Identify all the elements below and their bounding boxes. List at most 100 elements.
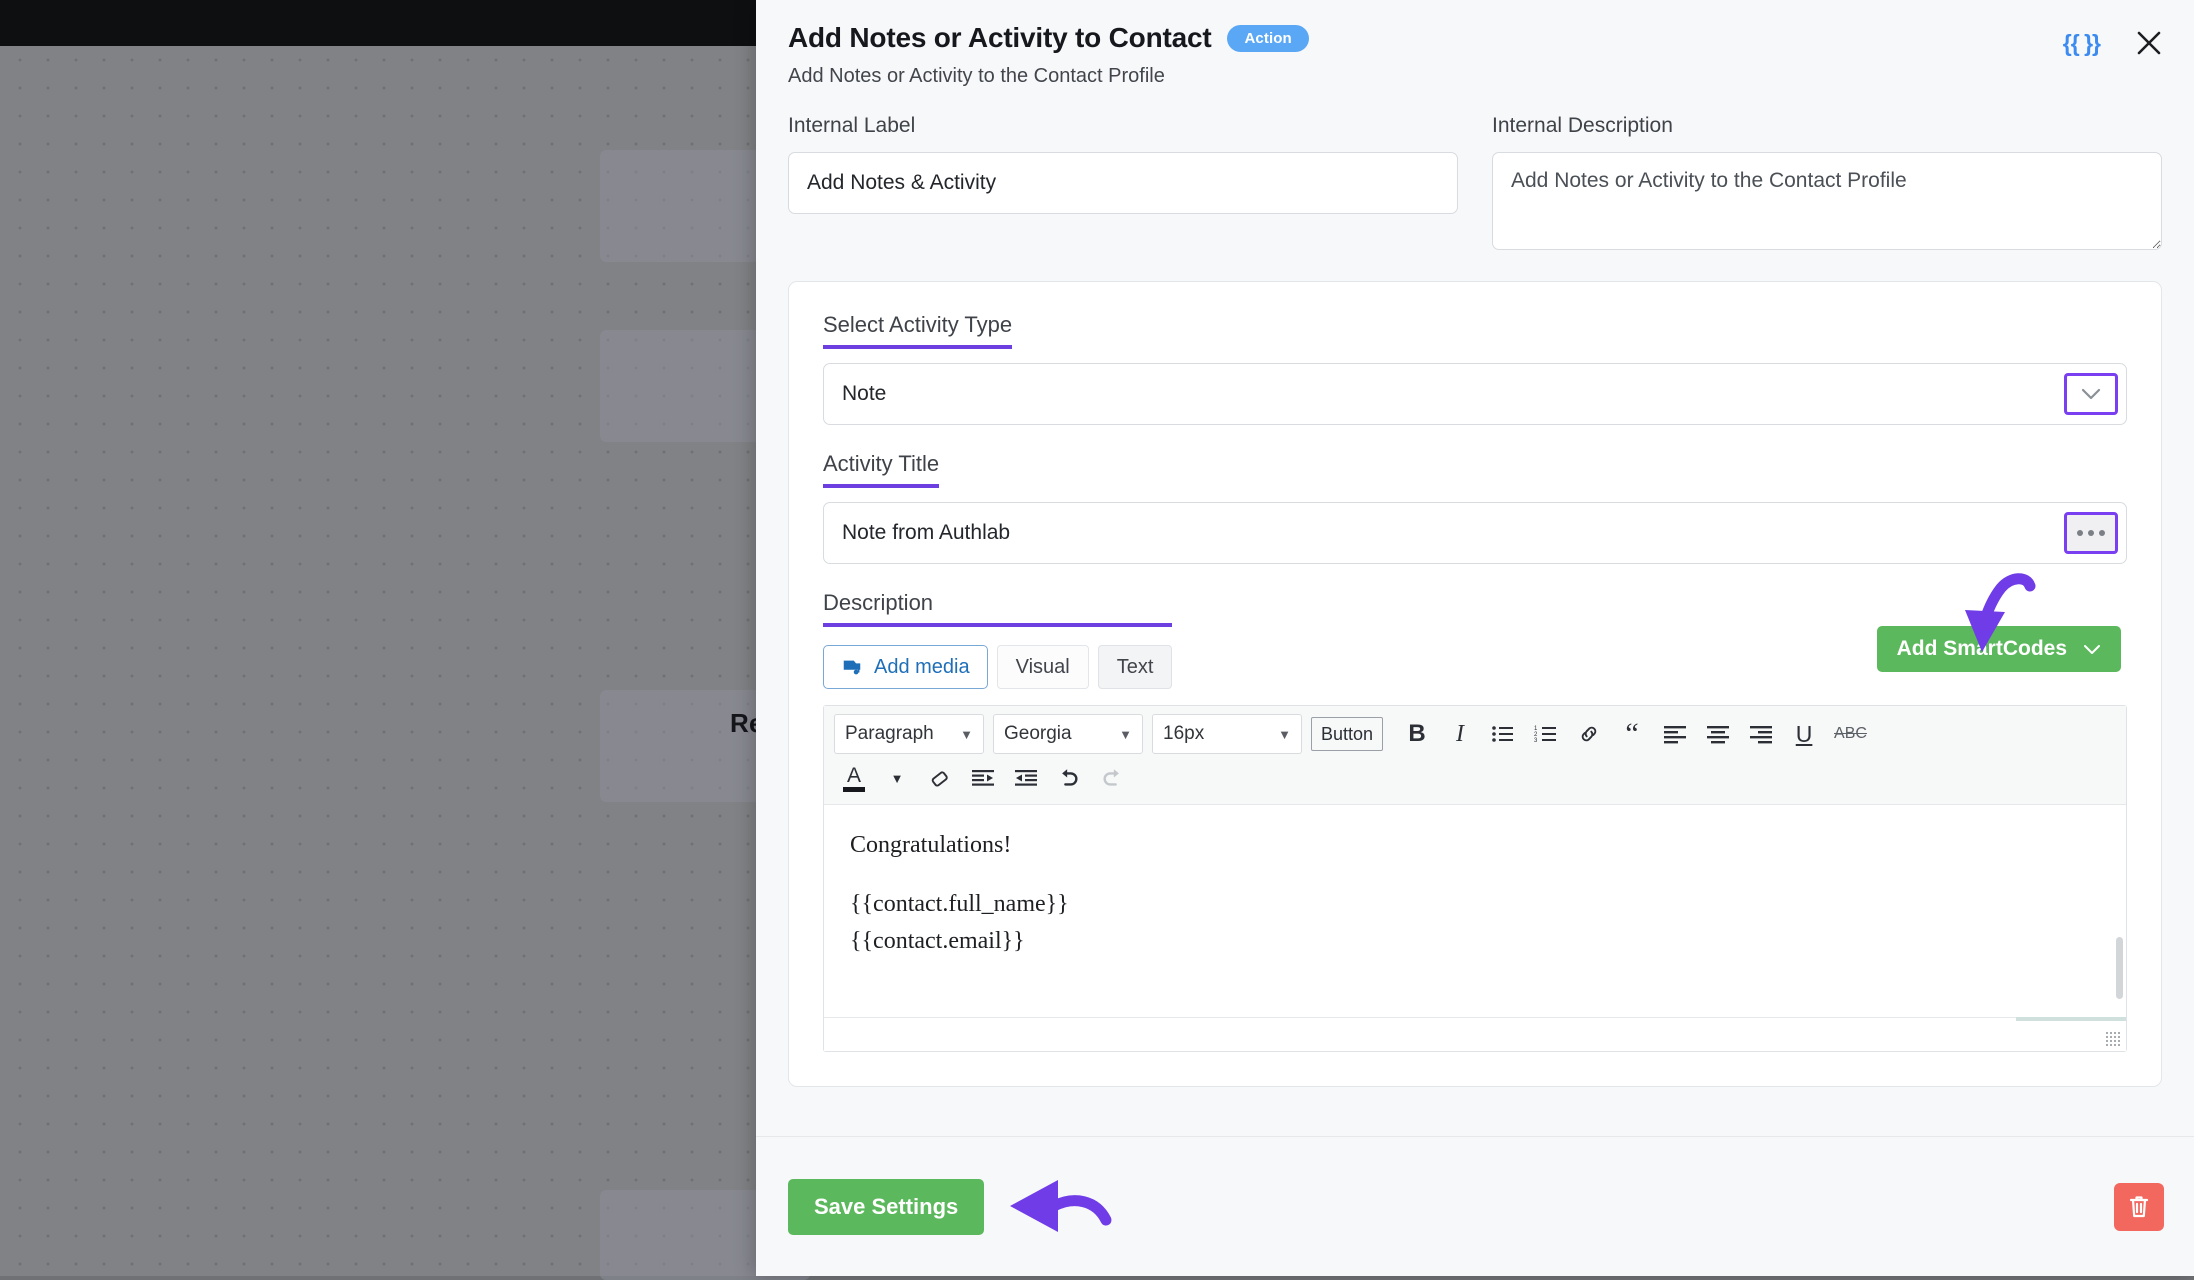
eraser-icon <box>928 767 952 789</box>
smartcode-braces-icon[interactable]: {{ }} <box>2063 30 2100 57</box>
bold-button[interactable]: B <box>1397 714 1437 754</box>
chevron-down-icon <box>2083 644 2101 655</box>
font-family-value: Georgia <box>1004 723 1072 745</box>
description-group: Description Add media Visual <box>823 590 2127 1052</box>
align-left-button[interactable] <box>1655 714 1695 754</box>
font-size-select[interactable]: 16px ▼ <box>1152 714 1302 754</box>
align-left-icon <box>1663 724 1687 744</box>
description-label: Description <box>823 590 1172 627</box>
numbered-list-icon: 1 2 3 <box>1534 724 1558 744</box>
text-color-swatch <box>843 787 865 792</box>
editor-paragraph: {{contact.full_name}} <box>850 886 2100 923</box>
font-size-value: 16px <box>1163 723 1204 745</box>
add-media-button[interactable]: Add media <box>823 645 988 689</box>
chevron-down-icon: ▼ <box>1278 727 1291 742</box>
font-family-select[interactable]: Georgia ▼ <box>993 714 1143 754</box>
settings-card: Select Activity Type Note Activity Title… <box>788 281 2162 1087</box>
title-row: Add Notes or Activity to Contact Action <box>788 22 2158 54</box>
clear-formatting-button[interactable] <box>920 758 960 798</box>
redo-icon <box>1099 767 1125 789</box>
internal-description-group: Internal Description <box>1492 114 2162 255</box>
outdent-icon <box>1014 768 1038 788</box>
editor-resize-handle[interactable] <box>2105 1031 2121 1047</box>
add-smartcodes-button[interactable]: Add SmartCodes <box>1877 626 2121 672</box>
chevron-down-icon: ▼ <box>1119 727 1132 742</box>
close-icon[interactable] <box>2134 28 2164 58</box>
insert-button-button[interactable]: Button <box>1311 717 1383 751</box>
strikethrough-button[interactable]: ABC <box>1827 714 1874 754</box>
svg-text:3: 3 <box>1534 738 1538 744</box>
internal-label-input[interactable] <box>788 152 1458 214</box>
activity-type-group: Select Activity Type Note <box>823 312 2127 425</box>
editor-paragraph: Congratulations! <box>850 827 2100 864</box>
chevron-down-icon <box>2080 387 2102 401</box>
indent-icon <box>971 768 995 788</box>
status-badge: Action <box>1227 25 1308 52</box>
activity-type-value: Note <box>842 382 886 406</box>
activity-type-dropdown-button[interactable] <box>2064 373 2118 415</box>
bullet-list-button[interactable] <box>1483 714 1523 754</box>
app-topbar <box>0 0 760 46</box>
underline-button[interactable]: U <box>1784 714 1824 754</box>
activity-type-select[interactable]: Note <box>823 363 2127 425</box>
text-color-button[interactable]: A <box>834 758 874 798</box>
undo-icon <box>1056 767 1082 789</box>
numbered-list-button[interactable]: 1 2 3 <box>1526 714 1566 754</box>
editor-scrollbar[interactable] <box>2116 809 2123 1013</box>
activity-title-label: Activity Title <box>823 451 939 488</box>
link-button[interactable] <box>1569 714 1609 754</box>
internal-label-label: Internal Label <box>788 114 1458 138</box>
outdent-button[interactable] <box>1006 758 1046 798</box>
annotation-arrow-save <box>996 1172 1126 1242</box>
format-block-select[interactable]: Paragraph ▼ <box>834 714 984 754</box>
activity-title-group: Activity Title Note from Authlab <box>823 451 2127 564</box>
text-color-letter: A <box>847 765 861 786</box>
activity-title-value: Note from Authlab <box>842 521 1010 545</box>
italic-button[interactable]: I <box>1440 714 1480 754</box>
action-settings-modal: Add Notes or Activity to Contact Action … <box>756 0 2194 1276</box>
activity-title-more-button[interactable] <box>2064 512 2118 554</box>
modal-body: Internal Label Internal Description Sele… <box>756 102 2194 1136</box>
editor-toolbar-row-1: Paragraph ▼ Georgia ▼ 16px ▼ B <box>834 714 2116 754</box>
description-left: Description Add media Visual <box>823 590 1172 689</box>
editor-tabs: Add media Visual Text <box>823 645 1172 689</box>
rich-text-editor: Paragraph ▼ Georgia ▼ 16px ▼ B <box>823 705 2127 1052</box>
link-icon <box>1577 723 1601 745</box>
delete-button[interactable] <box>2114 1183 2164 1231</box>
activity-title-field[interactable]: Note from Authlab <box>823 502 2127 564</box>
align-right-icon <box>1749 724 1773 744</box>
top-fields-row: Internal Label Internal Description <box>788 102 2162 281</box>
editor-toolbar: Paragraph ▼ Georgia ▼ 16px ▼ B <box>824 706 2126 805</box>
save-settings-button[interactable]: Save Settings <box>788 1179 984 1235</box>
modal-footer: Save Settings <box>756 1136 2194 1276</box>
editor-footer <box>824 1017 2126 1051</box>
tab-text[interactable]: Text <box>1098 645 1173 689</box>
align-right-button[interactable] <box>1741 714 1781 754</box>
undo-button[interactable] <box>1049 758 1089 798</box>
internal-description-label: Internal Description <box>1492 114 2162 138</box>
indent-button[interactable] <box>963 758 1003 798</box>
align-center-button[interactable] <box>1698 714 1738 754</box>
tab-visual[interactable]: Visual <box>997 645 1089 689</box>
editor-paragraph: {{contact.email}} <box>850 923 2100 960</box>
description-header: Description Add media Visual <box>823 590 2127 689</box>
format-block-value: Paragraph <box>845 723 934 745</box>
editor-toolbar-row-2: A ▼ <box>834 758 2116 798</box>
header-actions: {{ }} <box>2063 28 2164 58</box>
internal-label-group: Internal Label <box>788 114 1458 255</box>
bullet-list-icon <box>1491 724 1515 744</box>
editor-footer-accent <box>2016 1017 2126 1021</box>
internal-description-textarea[interactable] <box>1492 152 2162 250</box>
trash-icon <box>2127 1194 2151 1220</box>
page-title: Add Notes or Activity to Contact <box>788 22 1211 54</box>
redo-button[interactable] <box>1092 758 1132 798</box>
activity-type-label: Select Activity Type <box>823 312 1012 349</box>
add-smartcodes-label: Add SmartCodes <box>1897 637 2067 661</box>
blockquote-button[interactable]: “ <box>1612 714 1652 754</box>
ellipsis-icon <box>2077 530 2105 536</box>
text-color-dropdown-button[interactable]: ▼ <box>877 758 917 798</box>
align-center-icon <box>1706 724 1730 744</box>
add-media-label: Add media <box>874 656 970 679</box>
editor-content-area[interactable]: Congratulations! {{contact.full_name}} {… <box>824 805 2126 1017</box>
modal-header: Add Notes or Activity to Contact Action … <box>756 0 2194 102</box>
